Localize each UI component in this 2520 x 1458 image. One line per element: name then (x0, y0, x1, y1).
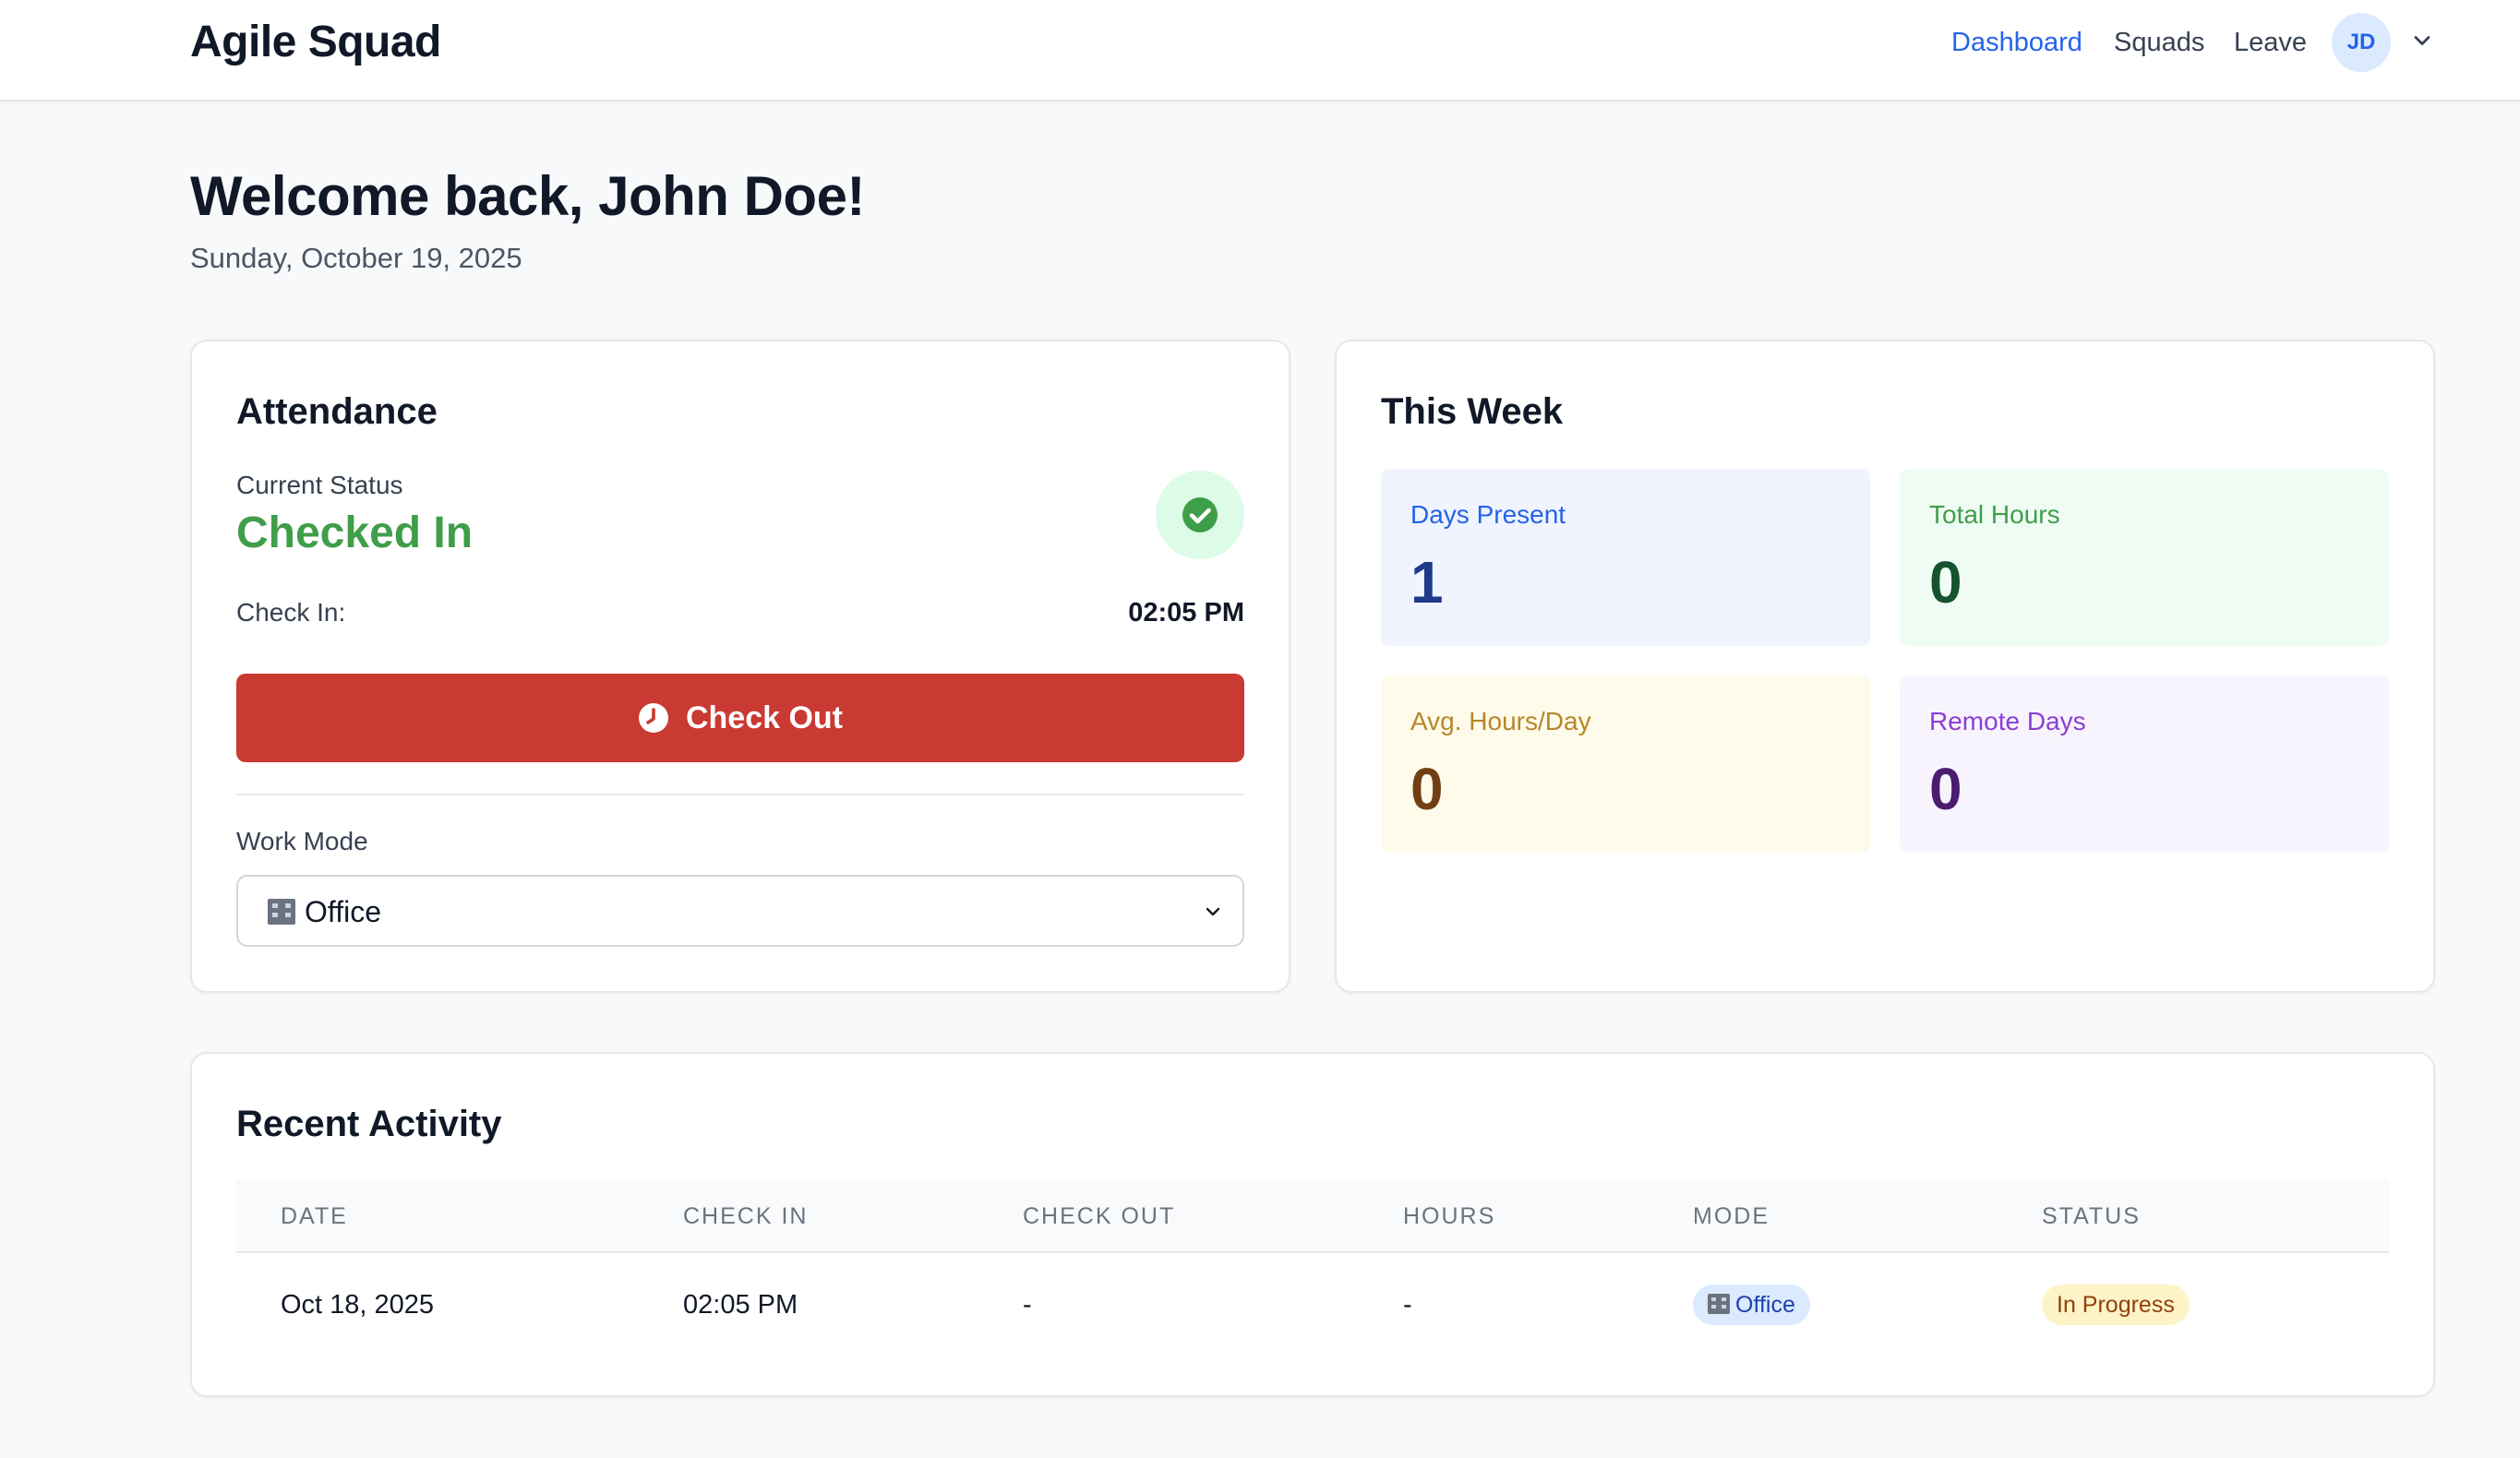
work-mode-label: Work Mode (236, 827, 368, 855)
cell-check-in: 02:05 PM (683, 1290, 798, 1320)
col-status: STATUS (2042, 1203, 2141, 1229)
attendance-card: Attendance Current Status Checked In Che… (190, 340, 1290, 993)
current-status-value: Checked In (236, 508, 474, 557)
cell-hours: - (1403, 1290, 1412, 1320)
stat-label: Total Hours (1929, 500, 2060, 529)
check-in-label: Check In: (236, 598, 346, 627)
col-check-in: CHECK IN (683, 1203, 809, 1229)
page-title: Welcome back, John Doe! (190, 165, 865, 227)
stat-avg-hours: Avg. Hours/Day 0 (1381, 675, 1870, 853)
office-building-icon (1708, 1294, 1730, 1314)
chevron-down-icon[interactable] (2409, 28, 2435, 54)
chevron-down-icon (1206, 907, 1220, 916)
stat-label: Days Present (1410, 500, 1566, 529)
col-hours: HOURS (1403, 1203, 1496, 1229)
recent-activity-title: Recent Activity (236, 1104, 502, 1144)
divider (236, 794, 1244, 795)
stat-days-present: Days Present 1 (1381, 469, 1870, 646)
col-check-out: CHECK OUT (1023, 1203, 1176, 1229)
check-out-label: Check Out (685, 699, 844, 735)
status-badge: In Progress (2042, 1285, 2190, 1325)
clock-icon (638, 703, 668, 733)
attendance-title: Attendance (236, 391, 438, 432)
user-avatar[interactable]: JD (2332, 13, 2391, 72)
mode-badge: Office (1693, 1285, 1810, 1325)
work-mode-value: Office (305, 895, 381, 928)
this-week-card: This Week Days Present 1 Total Hours 0 A… (1335, 340, 2435, 993)
stat-remote-days: Remote Days 0 (1900, 675, 2389, 853)
stat-value: 0 (1410, 756, 1444, 822)
brand-logo[interactable]: Agile Squad (190, 17, 441, 68)
nav-leave[interactable]: Leave (2234, 22, 2307, 63)
cell-check-out: - (1023, 1290, 1032, 1320)
stat-total-hours: Total Hours 0 (1900, 469, 2389, 646)
recent-activity-card: Recent Activity DATE CHECK IN CHECK OUT … (190, 1052, 2435, 1397)
stat-value: 0 (1929, 549, 1962, 615)
office-building-icon (268, 899, 295, 925)
col-date: DATE (281, 1203, 348, 1229)
check-in-time: 02:05 PM (1128, 598, 1244, 627)
col-mode: MODE (1693, 1203, 1770, 1229)
stat-value: 0 (1929, 756, 1962, 822)
cell-date: Oct 18, 2025 (281, 1290, 435, 1320)
work-mode-select[interactable]: Office (236, 875, 1244, 947)
check-out-button[interactable]: Check Out (236, 674, 1244, 762)
check-circle-icon (1182, 497, 1218, 532)
mode-badge-label: Office (1735, 1292, 1795, 1318)
nav-dashboard[interactable]: Dashboard (1951, 22, 2082, 63)
stat-label: Remote Days (1929, 707, 2086, 735)
table-header: DATE CHECK IN CHECK OUT HOURS MODE STATU… (236, 1179, 2389, 1253)
current-status-label: Current Status (236, 471, 403, 499)
stat-value: 1 (1410, 549, 1444, 615)
current-date: Sunday, October 19, 2025 (190, 242, 522, 274)
nav-squads[interactable]: Squads (2114, 22, 2204, 63)
stat-label: Avg. Hours/Day (1410, 707, 1591, 735)
top-navbar: Agile Squad Dashboard Squads Leave JD (0, 0, 2520, 102)
this-week-title: This Week (1381, 391, 1564, 432)
status-badge (1156, 471, 1244, 559)
